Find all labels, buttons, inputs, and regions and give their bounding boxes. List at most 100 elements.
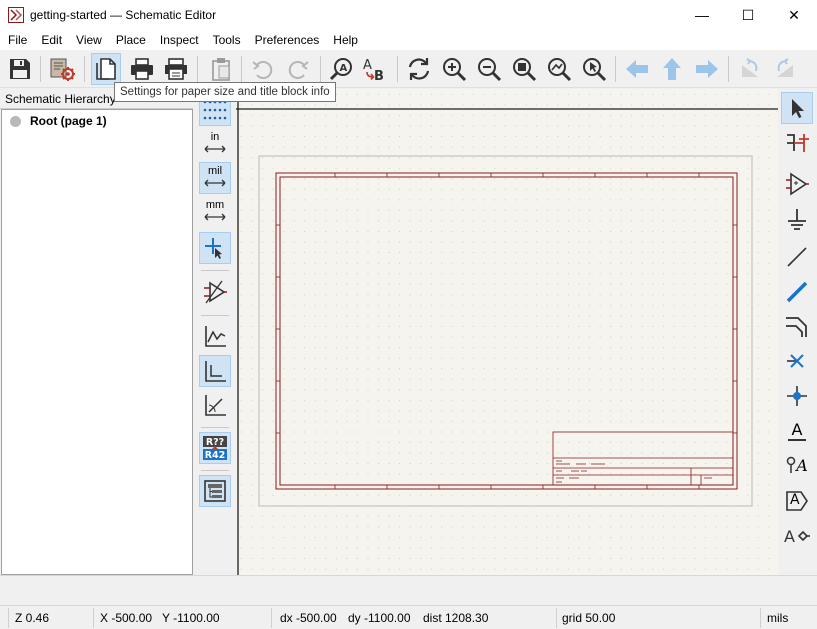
simulator-button[interactable] [199,320,231,352]
menu-edit[interactable]: Edit [34,30,69,50]
navigate-back-button[interactable] [622,53,652,85]
close-button[interactable]: ✕ [771,0,817,30]
left-toolbar-separator [201,470,229,471]
zoom-out-button[interactable] [474,53,504,85]
add-bus-entry-button[interactable] [781,310,813,342]
bus-entry-icon [786,317,807,337]
rotate-ccw-button[interactable] [735,53,765,85]
menu-view[interactable]: View [69,30,109,50]
junction-icon [787,386,807,406]
toolbar-separator [728,56,729,82]
text-icon: A [788,421,806,441]
add-global-label-button[interactable]: A [781,520,813,552]
close-icon: ✕ [788,6,800,23]
hierarchy-navigator-button[interactable] [199,475,231,507]
full-crosshair-button[interactable] [199,232,231,264]
annotate-icon: R??R42 [203,436,227,461]
units-mils-button[interactable]: mil [199,162,231,194]
refresh-icon [408,58,430,80]
hierarchical-label-icon: A [785,490,809,512]
status-dist: dist 1208.30 [423,611,489,625]
zoom-in-button[interactable] [439,53,469,85]
zoom-out-icon [478,58,502,82]
redo-button[interactable] [283,53,313,85]
paste-button[interactable] [206,53,236,85]
menu-help[interactable]: Help [326,30,365,50]
toolbar-separator [197,56,198,82]
find-replace-button[interactable]: AB [360,53,390,85]
mm-icon: mm [204,200,226,224]
undo-button[interactable] [248,53,278,85]
save-icon [10,59,30,79]
zoom-fit-button[interactable] [509,53,539,85]
refresh-button[interactable] [404,53,434,85]
window-title: getting-started — Schematic Editor [30,8,217,22]
sheet-bullet-icon [10,115,21,127]
add-junction-button[interactable] [781,380,813,412]
toolbar-separator [615,56,616,82]
unit-in-label: in [210,131,220,143]
undo-icon [252,61,273,79]
add-power-button[interactable] [781,204,813,236]
add-wire-button[interactable] [781,241,813,273]
navigate-up-button[interactable] [657,53,687,85]
line-mode-45-icon [205,395,226,416]
left-toolbar: in mil mm R?? R42 [195,89,235,575]
add-label-button[interactable]: A [781,449,813,481]
minimize-icon: — [695,7,709,23]
status-separator [760,608,761,628]
maximize-button[interactable]: ☐ [725,0,771,30]
line-mode-free-button[interactable] [199,355,231,387]
status-grid: grid 50.00 [562,611,616,625]
menu-place[interactable]: Place [109,30,153,50]
print-button[interactable] [127,53,157,85]
toolbar-separator [397,56,398,82]
page-settings-tooltip: Settings for paper size and title block … [114,82,336,102]
page-settings-button[interactable] [91,53,121,85]
navigate-back-icon [626,60,648,78]
navigate-forward-button[interactable] [692,53,722,85]
select-tool-button[interactable] [781,92,813,124]
add-text-button[interactable]: A [781,415,813,447]
annotate-button[interactable]: R?? R42 [199,432,231,464]
global-label-icon: A [784,527,810,546]
menu-tools[interactable]: Tools [206,30,248,50]
zoom-objects-icon [548,58,572,82]
zoom-objects-button[interactable] [544,53,574,85]
navigate-forward-icon [696,60,718,78]
menu-inspect[interactable]: Inspect [153,30,206,50]
schematic-canvas[interactable] [236,89,778,575]
hidden-pins-button[interactable] [199,276,231,308]
find-button[interactable]: A [327,53,357,85]
status-dx: dx -500.00 [280,611,337,625]
save-button[interactable] [5,53,35,85]
status-bar: Z 0.46 X -500.00 Y -1100.00 dx -500.00 d… [0,605,817,629]
right-toolbar: A A A A [779,89,817,575]
units-mm-button[interactable]: mm [199,196,231,228]
add-hierarchical-label-button[interactable]: A [781,485,813,517]
schematic-setup-button[interactable] [48,53,78,85]
menu-preferences[interactable]: Preferences [248,30,327,50]
cursor-crosshair-icon [205,238,222,259]
add-no-connect-button[interactable] [781,345,813,377]
annotate-bottom-label: R42 [205,450,226,461]
highlight-net-button[interactable] [781,127,813,159]
message-panel [0,575,817,605]
rotate-cw-button[interactable] [770,53,800,85]
add-symbol-button[interactable] [781,168,813,200]
status-separator [8,608,9,628]
menu-file[interactable]: File [1,30,34,50]
left-toolbar-separator [201,315,229,316]
left-toolbar-separator [201,270,229,271]
hierarchy-root-item[interactable]: Root (page 1) [10,114,107,128]
line-mode-90-icon [205,361,226,382]
minimize-button[interactable]: — [679,0,725,30]
add-bus-button[interactable] [781,276,813,308]
plot-button[interactable] [161,53,191,85]
rotate-ccw-icon [742,58,758,77]
zoom-selection-button[interactable] [579,53,609,85]
svg-text:B: B [374,69,384,82]
line-mode-45-button[interactable] [199,389,231,421]
units-inches-button[interactable]: in [199,128,231,160]
redo-icon [288,61,309,79]
